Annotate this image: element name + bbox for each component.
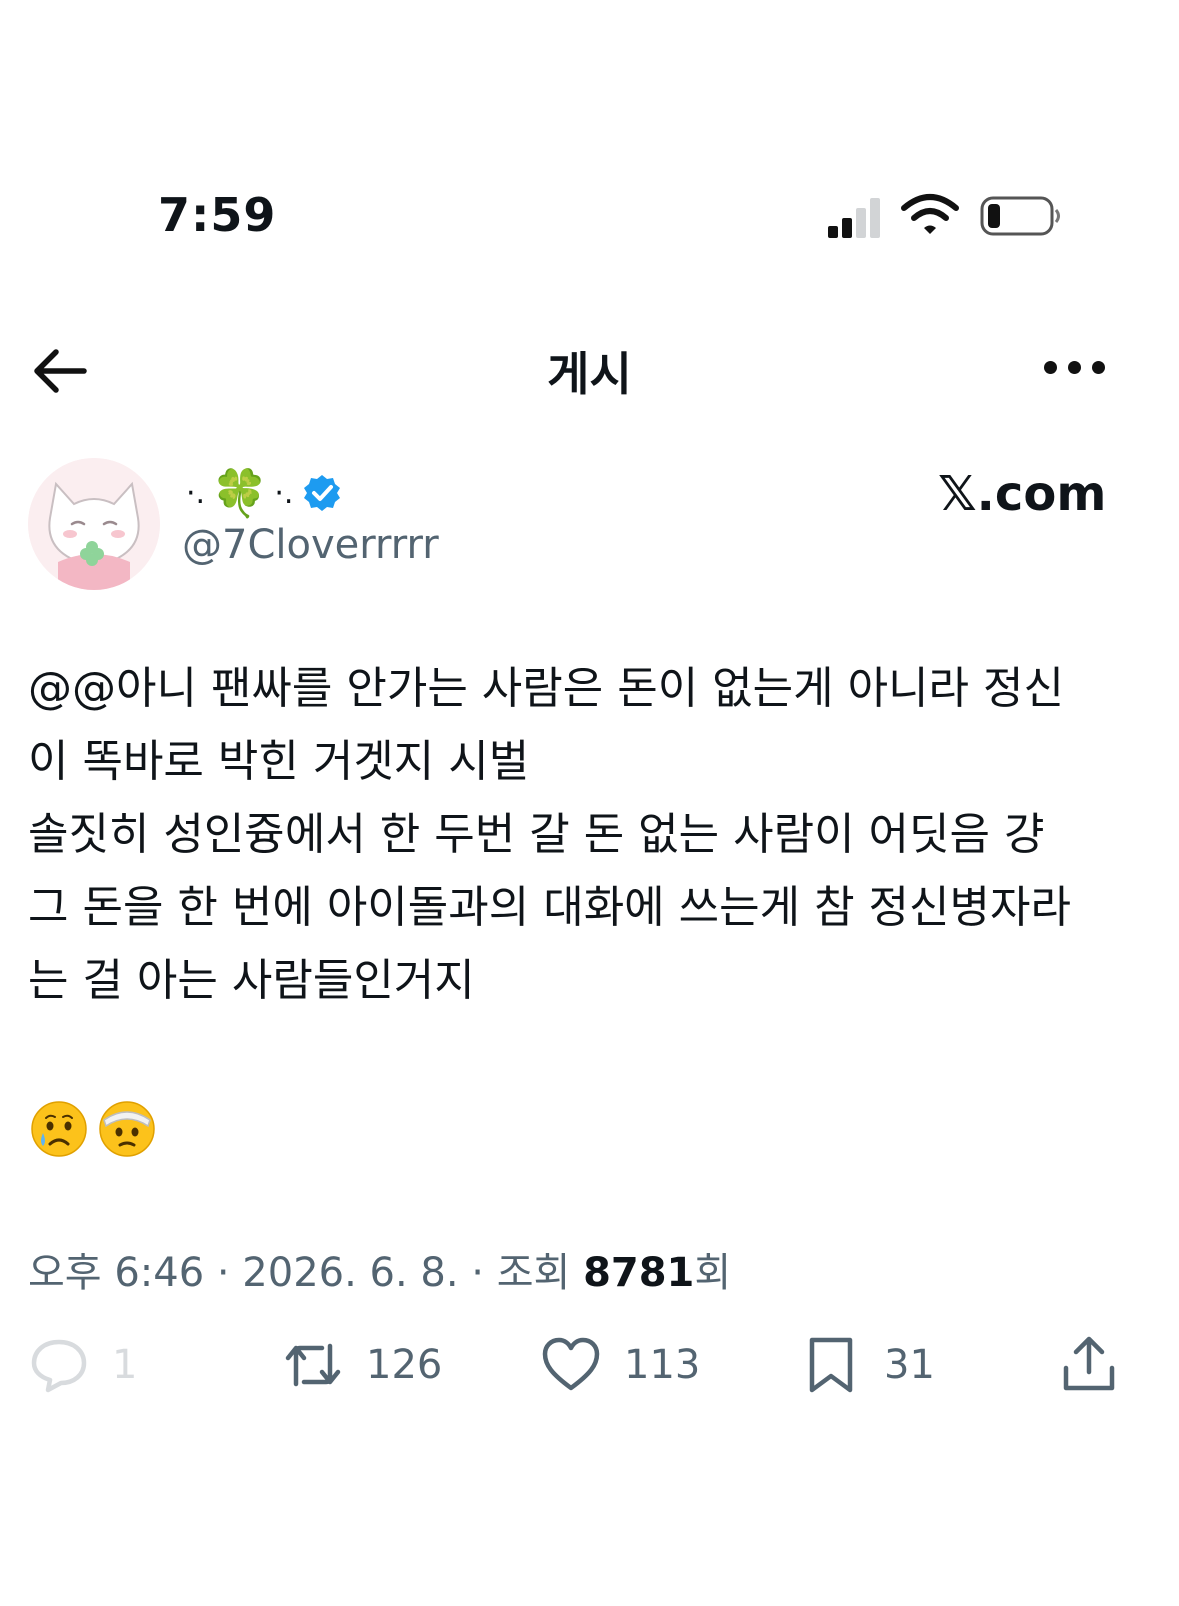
tweet-text: @@아니 팬싸를 안가는 사람은 돈이 없는게 아니라 정신 이 똑바로 박힌 … bbox=[28, 663, 1071, 1006]
four-leaf-clover-icon: 🍀 bbox=[211, 466, 269, 520]
meta-separator: · bbox=[204, 1250, 243, 1296]
face-with-head-bandage-icon bbox=[99, 1101, 155, 1157]
cellular-signal-icon bbox=[828, 196, 886, 238]
wifi-icon bbox=[900, 190, 960, 240]
battery-icon bbox=[980, 195, 1062, 237]
bookmark-count: 31 bbox=[884, 1342, 935, 1388]
more-button[interactable] bbox=[1044, 354, 1106, 382]
avatar[interactable] bbox=[28, 458, 160, 590]
page-title: 게시 bbox=[547, 347, 632, 401]
share-button[interactable] bbox=[1058, 1334, 1120, 1396]
tweet-meta: 오후 6:46 · 2026. 6. 8. · 조회 8781회 bbox=[28, 1240, 731, 1298]
reply-count: 1 bbox=[112, 1342, 138, 1388]
repost-count: 126 bbox=[366, 1342, 443, 1388]
display-name-right: ·. bbox=[274, 475, 294, 511]
display-name[interactable]: ·. 🍀 ·. bbox=[186, 466, 341, 520]
views-suffix: 회 bbox=[694, 1250, 732, 1296]
reply-icon bbox=[31, 1339, 87, 1393]
meta-separator: · bbox=[458, 1250, 497, 1296]
author-handle[interactable]: @7Cloverrrrr bbox=[182, 522, 439, 568]
bookmark-icon bbox=[809, 1337, 853, 1393]
repost-button[interactable]: 126 bbox=[282, 1334, 442, 1396]
cat-avatar-icon bbox=[28, 458, 160, 590]
like-count: 113 bbox=[624, 1342, 701, 1388]
views-count: 8781 bbox=[583, 1250, 695, 1296]
share-icon bbox=[1063, 1336, 1115, 1391]
bookmark-button[interactable]: 31 bbox=[800, 1334, 935, 1396]
heart-icon bbox=[542, 1337, 600, 1391]
like-button[interactable]: 113 bbox=[540, 1334, 700, 1396]
tweet-time: 오후 6:46 bbox=[28, 1250, 205, 1296]
repost-icon bbox=[285, 1343, 341, 1387]
tweet-date: 2026. 6. 8. bbox=[242, 1250, 459, 1296]
x-watermark: 𝕏.com bbox=[938, 466, 1107, 522]
views-label: 조회 bbox=[496, 1250, 584, 1296]
tweet-emojis bbox=[30, 1100, 156, 1158]
display-name-left: ·. bbox=[186, 475, 206, 511]
reply-button[interactable]: 1 bbox=[28, 1334, 137, 1396]
status-time: 7:59 bbox=[158, 188, 277, 242]
crying-face-icon bbox=[31, 1101, 87, 1157]
verified-badge-icon bbox=[304, 475, 341, 511]
